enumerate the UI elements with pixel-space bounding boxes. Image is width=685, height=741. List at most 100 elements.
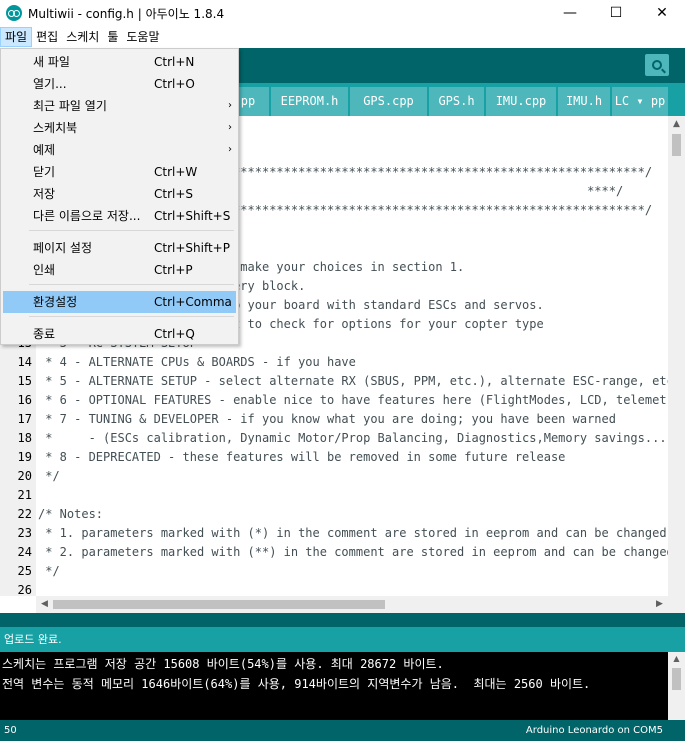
line-number: 20 <box>17 469 32 483</box>
code-text: * 1. parameters marked with (*) in the c… <box>45 526 685 540</box>
tab-gps-cpp[interactable]: GPS.cpp <box>350 87 427 116</box>
console-output: 스케치는 프로그램 저장 공간 15608 바이트(54%)를 사용. 최대 2… <box>0 652 685 720</box>
code-text: * 7 - TUNING & DEVELOPER - if you know w… <box>38 412 616 426</box>
maximize-button[interactable]: ☐ <box>593 0 639 26</box>
title-bar: Multiwii - config.h | 아두이노 1.8.4 — ☐ ✕ <box>0 0 685 26</box>
menu-item-shortcut: Ctrl+Q <box>154 327 195 341</box>
code-text: * 2. parameters marked with (**) in the … <box>45 545 685 559</box>
file-menu-item[interactable]: 열기... Ctrl+O <box>3 73 236 95</box>
line-number: 24 <box>17 545 32 559</box>
menu-item-label: 페이지 설정 <box>33 241 93 255</box>
console-splitter[interactable] <box>0 613 685 627</box>
tab-imu-cpp[interactable]: IMU.cpp <box>486 87 556 116</box>
menu-tools[interactable]: 툴 <box>103 27 122 47</box>
submenu-arrow-icon: › <box>228 100 232 111</box>
menu-separator <box>29 284 234 285</box>
file-menu-item[interactable]: 예제 › <box>3 139 236 161</box>
line-number: 23 <box>17 526 32 540</box>
scroll-up-icon[interactable]: ▲ <box>668 652 685 666</box>
file-menu-item[interactable]: 페이지 설정 Ctrl+Shift+P <box>3 237 236 259</box>
line-number: 21 <box>17 488 32 502</box>
code-text: * 6 - OPTIONAL FEATURES - enable nice to… <box>45 393 685 407</box>
code-text: */ <box>38 564 60 578</box>
menu-item-shortcut: Ctrl+N <box>154 55 195 69</box>
file-menu-item[interactable]: 최근 파일 열기 › <box>3 95 236 117</box>
menu-item-label: 다른 이름으로 저장... <box>33 209 141 223</box>
horizontal-scroll-thumb[interactable] <box>53 600 385 609</box>
file-menu-item[interactable]: 종료 Ctrl+Q <box>3 323 236 345</box>
minimize-button[interactable]: — <box>547 0 593 26</box>
menu-item-label: 열기... <box>33 77 67 91</box>
line-number: 25 <box>17 564 32 578</box>
file-menu-item[interactable]: 닫기 Ctrl+W <box>3 161 236 183</box>
scroll-left-icon[interactable]: ◀ <box>36 596 53 613</box>
line-number: 26 <box>17 583 32 596</box>
code-text: * 8 - DEPRECATED - these features will b… <box>38 450 566 464</box>
status-message: 업로드 완료. <box>0 627 685 652</box>
file-menu-item[interactable]: 스케치북 › <box>3 117 236 139</box>
line-number: 19 <box>17 450 32 464</box>
code-text: /* Notes: <box>38 507 104 521</box>
menu-help[interactable]: 도움말 <box>122 27 163 47</box>
code-text: * - (ESCs calibration, Dynamic Motor/Pro… <box>38 431 685 445</box>
file-menu-dropdown: 새 파일 Ctrl+N 열기... Ctrl+O 최근 파일 열기 › 스케치북 › 예제 › 닫기… <box>0 48 239 345</box>
line-number: 16 <box>17 393 32 407</box>
board-port-info: Arduino Leonardo on COM5 <box>525 725 663 736</box>
window-controls: — ☐ ✕ <box>547 0 685 26</box>
menu-item-label: 환경설정 <box>33 295 78 309</box>
menu-edit[interactable]: 편집 <box>32 27 62 47</box>
menu-item-label: 닫기 <box>33 165 56 179</box>
console-line: 전역 변수는 동적 메모리 1646바이트(64%)를 사용, 914바이트의 … <box>2 677 591 691</box>
file-menu-item[interactable]: 환경설정 Ctrl+Comma <box>3 291 236 313</box>
line-number: 14 <box>17 355 32 369</box>
file-menu-item[interactable]: 인쇄 Ctrl+P <box>3 259 236 281</box>
menu-item-shortcut: Ctrl+W <box>154 165 198 179</box>
footer-bar: 50 Arduino Leonardo on COM5 <box>0 720 685 741</box>
menu-sketch[interactable]: 스케치 <box>62 27 103 47</box>
line-number: 15 <box>17 374 32 388</box>
menu-item-label: 스케치북 <box>33 121 78 135</box>
console-scroll-thumb[interactable] <box>672 668 681 690</box>
menu-item-label: 최근 파일 열기 <box>33 99 107 113</box>
line-number: 17 <box>17 412 32 426</box>
menu-separator <box>29 316 234 317</box>
code-text: * 4 - ALTERNATE CPUs & BOARDS - if you h… <box>38 355 356 369</box>
serial-monitor-button[interactable] <box>645 54 669 76</box>
current-line-number: 50 <box>4 725 17 736</box>
menu-item-label: 예제 <box>33 143 56 157</box>
menu-item-shortcut: Ctrl+Shift+P <box>154 241 230 255</box>
file-menu-item[interactable]: 새 파일 Ctrl+N <box>3 51 236 73</box>
editor-vertical-scrollbar[interactable]: ▲ <box>668 116 685 596</box>
menu-item-shortcut: Ctrl+S <box>154 187 194 201</box>
menu-item-shortcut: Ctrl+Comma <box>154 295 232 309</box>
magnifier-icon <box>652 60 662 70</box>
close-button[interactable]: ✕ <box>639 0 685 26</box>
submenu-arrow-icon: › <box>228 144 232 155</box>
tab-eeprom-h[interactable]: EEPROM.h <box>271 87 348 116</box>
line-number: 22 <box>17 507 32 521</box>
vertical-scroll-thumb[interactable] <box>672 134 681 156</box>
tab-imu-h[interactable]: IMU.h <box>558 87 610 116</box>
window-title: Multiwii - config.h | 아두이노 1.8.4 <box>28 6 225 21</box>
file-menu-item[interactable]: 저장 Ctrl+S <box>3 183 236 205</box>
console-scrollbar[interactable]: ▲ <box>668 652 685 720</box>
code-text: * 5 - ALTERNATE SETUP - select alternate… <box>38 374 685 388</box>
line-number: 18 <box>17 431 32 445</box>
scroll-up-icon[interactable]: ▲ <box>668 116 685 133</box>
tab-gps-h[interactable]: GPS.h <box>429 87 484 116</box>
submenu-arrow-icon: › <box>228 122 232 133</box>
menu-file[interactable]: 파일 <box>0 27 33 47</box>
console-line: 스케치는 프로그램 저장 공간 15608 바이트(54%)를 사용. 최대 2… <box>2 657 444 671</box>
tab-menu-dropdown[interactable]: LC ▾ pp <box>612 87 668 116</box>
editor-horizontal-scrollbar[interactable]: ◀ ▶ <box>36 596 668 613</box>
menu-item-label: 저장 <box>33 187 56 201</box>
menu-item-shortcut: Ctrl+P <box>154 263 193 277</box>
menu-item-label: 인쇄 <box>33 263 56 277</box>
arduino-logo-icon <box>6 5 22 21</box>
menu-bar: 파일 편집 스케치 툴 도움말 <box>0 26 685 48</box>
scroll-right-icon[interactable]: ▶ <box>651 596 668 613</box>
menu-item-shortcut: Ctrl+O <box>154 77 195 91</box>
code-text: */ <box>38 469 60 483</box>
menu-separator <box>29 230 234 231</box>
file-menu-item[interactable]: 다른 이름으로 저장... Ctrl+Shift+S <box>3 205 236 227</box>
